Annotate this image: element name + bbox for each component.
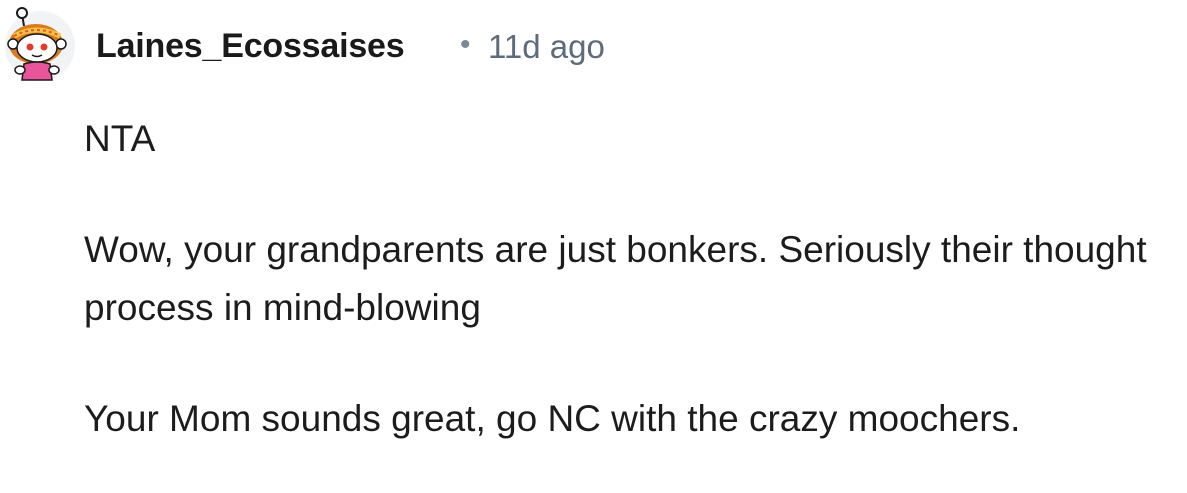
comment: Laines_Ecossaises • 11d ago NTA Wow, you… bbox=[0, 0, 1187, 493]
avatar[interactable] bbox=[2, 6, 78, 82]
username-link[interactable]: Laines_Ecossaises bbox=[96, 27, 405, 66]
comment-timestamp[interactable]: 11d ago bbox=[488, 28, 605, 66]
comment-paragraph: Your Mom sounds great, go NC with the cr… bbox=[84, 398, 1021, 439]
comment-paragraph: Wow, your grandparents are just bonkers.… bbox=[84, 229, 1147, 328]
snoo-avatar-icon bbox=[5, 7, 75, 81]
comment-body: NTA Wow, your grandparents are just bonk… bbox=[84, 110, 1179, 448]
comment-header: Laines_Ecossaises • 11d ago bbox=[0, 0, 1187, 90]
separator-dot: • bbox=[460, 28, 471, 61]
comment-paragraph: NTA bbox=[84, 118, 156, 159]
